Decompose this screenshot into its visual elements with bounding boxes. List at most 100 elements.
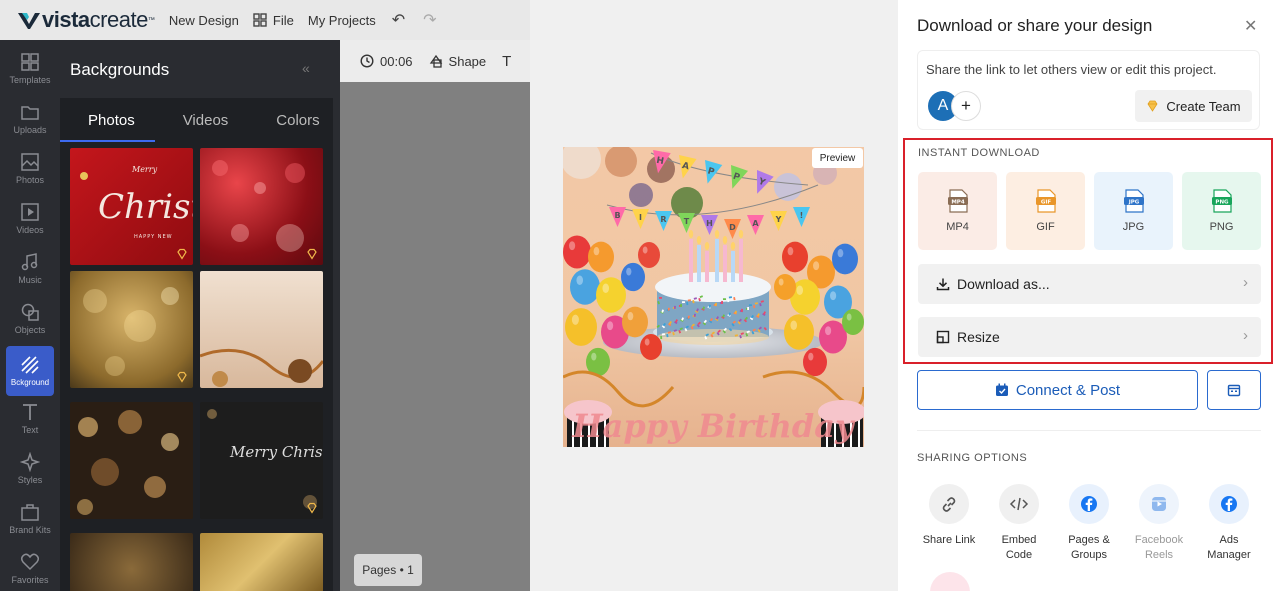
- share-option-ads-manager[interactable]: Ads Manager: [1194, 484, 1264, 563]
- tab-photos[interactable]: Photos: [60, 98, 155, 142]
- background-thumbnail[interactable]: [200, 533, 323, 591]
- add-user-button[interactable]: +: [951, 91, 981, 121]
- left-rail: Templates Uploads Photos Videos Music Objects…: [0, 40, 60, 591]
- rail-item-music[interactable]: Music: [0, 243, 60, 293]
- svg-text:GIF: GIF: [1040, 200, 1051, 206]
- background-thumbnail[interactable]: [200, 271, 323, 388]
- shape-icon: [429, 54, 442, 68]
- calendar-post-icon: [995, 383, 1008, 396]
- svg-text:B: B: [614, 211, 620, 220]
- background-thumbnail[interactable]: Merry Christmas: [200, 402, 323, 519]
- share-option-share-link[interactable]: Share Link: [914, 484, 984, 548]
- share-option-embed-code[interactable]: Embed Code: [984, 484, 1054, 563]
- gold-bokeh-pattern: [83, 287, 179, 376]
- background-thumbnail[interactable]: [70, 402, 193, 519]
- panel-title: Backgrounds: [70, 60, 170, 79]
- videos-icon: [21, 202, 39, 221]
- facebook-icon: [1069, 484, 1109, 524]
- share-option-facebook-reels[interactable]: Facebook Reels: [1124, 484, 1194, 563]
- dark-bokeh-pattern: [77, 410, 179, 515]
- brand-kits-icon: [21, 503, 39, 521]
- background-thumbnail[interactable]: [200, 148, 323, 265]
- svg-text:MP4: MP4: [951, 200, 965, 206]
- connect-post-button[interactable]: Connect & Post: [917, 370, 1198, 410]
- rail-item-objects[interactable]: Objects: [0, 293, 60, 343]
- download-share-panel: Download or share your design ✕ Share th…: [898, 0, 1280, 591]
- instant-download-label: INSTANT DOWNLOAD: [918, 147, 1040, 159]
- chevron-right-icon: ›: [1243, 327, 1248, 344]
- birthday-design-artwork: H A P P YB I R T H D A Y! Happy Birthday: [563, 147, 864, 447]
- music-icon: [21, 252, 38, 270]
- instant-download-section: INSTANT DOWNLOAD MP4 MP4 GIF GIF JPG JPG PNG PN…: [903, 138, 1273, 364]
- shape-tool[interactable]: Shape: [429, 54, 486, 69]
- mp4-file-icon: MP4: [947, 189, 968, 213]
- canvas-backdrop: [340, 82, 530, 591]
- close-icon[interactable]: ✕: [1244, 16, 1257, 36]
- tab-videos[interactable]: Videos: [155, 98, 249, 142]
- rail-item-videos[interactable]: Videos: [0, 193, 60, 243]
- clock-icon: [360, 54, 374, 68]
- design-preview[interactable]: H A P P Y B I R T H D A Y! Happy Birthday: [563, 147, 864, 447]
- rail-item-label: Brand Kits: [9, 524, 51, 535]
- divider: [917, 430, 1261, 431]
- background-thumbnail[interactable]: [70, 271, 193, 388]
- premium-icon: [307, 502, 317, 514]
- format-gif-button[interactable]: GIF GIF: [1006, 172, 1085, 250]
- premium-icon: [177, 248, 187, 260]
- new-design-menu[interactable]: New Design: [169, 13, 239, 28]
- file-menu[interactable]: File: [253, 13, 294, 28]
- jpg-file-icon: JPG: [1123, 189, 1144, 213]
- rail-item-label: Objects: [14, 324, 46, 335]
- redo-icon[interactable]: ↷: [423, 10, 436, 30]
- rail-item-label: Photos: [15, 174, 45, 185]
- background-thumbnail[interactable]: Christmas Merry HAPPY NEW: [70, 148, 193, 265]
- backgrounds-content: Photos Videos Colors Christmas Merry HAP…: [60, 98, 333, 591]
- share-section: Share the link to let others view or edi…: [917, 50, 1260, 130]
- rail-item-photos[interactable]: Photos: [0, 143, 60, 193]
- rail-item-favorites[interactable]: Favorites: [0, 543, 60, 591]
- templates-icon: [21, 52, 39, 71]
- backgrounds-panel: Backgrounds « Photos Videos Colors Chris…: [60, 40, 340, 591]
- pages-button[interactable]: Pages • 1: [354, 554, 422, 586]
- tab-colors[interactable]: Colors: [248, 98, 339, 142]
- grid-icon: [253, 13, 267, 27]
- more-sharing-option[interactable]: [930, 572, 970, 591]
- link-icon: [929, 484, 969, 524]
- resize-button[interactable]: Resize ›: [918, 317, 1261, 357]
- vistacreate-logo[interactable]: vistacreate ™: [18, 7, 155, 33]
- svg-text:Y: Y: [775, 215, 782, 224]
- format-label: MP4: [946, 221, 969, 233]
- uploads-icon: [21, 105, 39, 120]
- rail-item-background[interactable]: Bckground: [6, 346, 54, 396]
- undo-icon[interactable]: ↶: [392, 10, 405, 30]
- svg-text:Merry Christmas: Merry Christmas: [229, 443, 323, 461]
- format-label: PNG: [1209, 221, 1234, 233]
- format-mp4-button[interactable]: MP4 MP4: [918, 172, 997, 250]
- rail-item-label: Uploads: [13, 124, 47, 135]
- share-option-label: Embed Code: [1001, 534, 1037, 561]
- share-option-pages-groups[interactable]: Pages & Groups: [1054, 484, 1124, 563]
- rail-item-label: Bckground: [10, 378, 50, 387]
- svg-text:D: D: [729, 223, 736, 232]
- format-png-button[interactable]: PNG PNG: [1182, 172, 1261, 250]
- svg-text:Merry: Merry: [131, 165, 158, 174]
- rail-item-templates[interactable]: Templates: [0, 43, 60, 93]
- format-jpg-button[interactable]: JPG JPG: [1094, 172, 1173, 250]
- rail-item-brand-kits[interactable]: Brand Kits: [0, 493, 60, 543]
- rail-item-styles[interactable]: Styles: [0, 443, 60, 493]
- objects-icon: [21, 303, 39, 321]
- text-tool-icon[interactable]: T: [502, 53, 511, 70]
- background-thumbnail[interactable]: [70, 533, 193, 591]
- schedule-button[interactable]: [1207, 370, 1261, 410]
- download-as-button[interactable]: Download as... ›: [918, 264, 1261, 304]
- svg-text:PNG: PNG: [1215, 200, 1229, 206]
- create-team-button[interactable]: Create Team: [1135, 90, 1252, 122]
- collapse-panel-icon[interactable]: «: [302, 60, 310, 76]
- duration-control[interactable]: 00:06: [360, 54, 413, 69]
- rail-item-label: Text: [21, 424, 39, 435]
- christmas-lettering: Christmas Merry HAPPY NEW: [80, 165, 193, 240]
- rail-item-text[interactable]: Text: [0, 393, 60, 443]
- my-projects-link[interactable]: My Projects: [308, 13, 376, 28]
- rail-item-label: Favorites: [11, 574, 49, 585]
- rail-item-uploads[interactable]: Uploads: [0, 93, 60, 143]
